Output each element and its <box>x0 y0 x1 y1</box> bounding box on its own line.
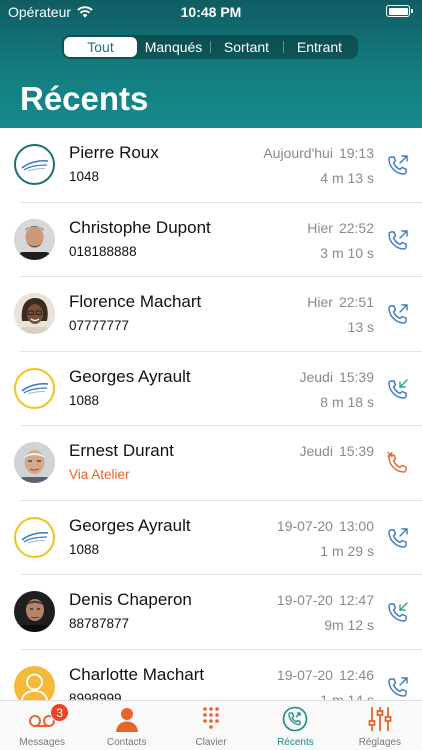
missed-call-icon[interactable] <box>386 451 410 475</box>
person-placeholder-icon <box>20 673 49 700</box>
contact-photo <box>14 591 55 632</box>
tab-label: Contacts <box>106 737 147 748</box>
company-logo-icon <box>20 531 48 544</box>
tab-label: Messages <box>19 737 65 748</box>
contact-name: Georges Ayrault <box>69 515 191 535</box>
tab-label: Clavier <box>195 737 227 748</box>
messages-badge: 3 <box>50 703 70 722</box>
contact-number: 018188888 <box>69 243 137 259</box>
call-duration: 3 m 10 s <box>320 244 374 261</box>
call-date: 19-07-20 12:46 <box>276 666 374 683</box>
recents-list: Pierre Roux 1048 Aujourd'hui 19:13 4 m 13… <box>0 128 422 700</box>
filter-sortant[interactable]: Sortant <box>210 37 283 57</box>
status-time: 10:48 PM <box>180 4 242 20</box>
keypad-icon <box>203 707 219 729</box>
filter-entrant[interactable]: Entrant <box>283 37 356 57</box>
recent-call-row[interactable]: Christophe Dupont 018188888 Hier 22:52 3 … <box>0 203 422 278</box>
tab-clavier[interactable]: Clavier <box>169 701 253 750</box>
call-date: Hier 22:52 <box>307 219 374 236</box>
avatar <box>14 218 55 260</box>
call-duration: 1 m 14 s <box>320 691 374 701</box>
recent-call-row[interactable]: Georges Ayrault 1088 19-07-20 13:00 1 m 2… <box>0 501 422 576</box>
battery-icon <box>386 5 413 17</box>
contact-number: 1088 <box>69 541 100 557</box>
call-date: Hier 22:51 <box>307 294 374 310</box>
contact-number: 88787877 <box>69 616 130 631</box>
recents-icon <box>283 706 308 732</box>
contact-name: Florence Machart <box>69 292 202 311</box>
avatar <box>14 293 55 334</box>
recent-call-row[interactable]: Charlotte Machart 8998999 19-07-20 12:46 … <box>0 650 422 701</box>
outgoing-call-icon[interactable] <box>386 526 410 550</box>
avatar <box>14 516 55 558</box>
filter-manques[interactable]: Manqués <box>137 37 210 57</box>
company-logo-icon <box>20 382 48 395</box>
person-icon <box>115 708 138 732</box>
call-duration: 9m 12 s <box>324 617 374 633</box>
tab-reglages[interactable]: Réglages <box>338 701 422 750</box>
incoming-call-icon[interactable] <box>386 377 410 401</box>
contact-name: Christophe Dupont <box>69 217 211 237</box>
tab-recents[interactable]: Récents <box>253 701 337 750</box>
call-date: Aujourd'hui 19:13 <box>263 145 374 161</box>
outgoing-call-icon[interactable] <box>386 675 410 699</box>
avatar <box>14 665 55 700</box>
call-date: Jeudi 15:39 <box>299 443 374 459</box>
recent-call-row[interactable]: Ernest Durant Via Atelier Jeudi 15:39 <box>0 426 422 501</box>
sliders-icon <box>368 707 392 731</box>
call-date: 19-07-20 12:47 <box>276 592 374 608</box>
recent-call-row[interactable]: Florence Machart 07777777 Hier 22:51 13 s <box>0 277 422 352</box>
status-bar: Opérateur 10:48 PM <box>0 0 422 24</box>
contact-name: Charlotte Machart <box>69 664 205 684</box>
tab-label: Réglages <box>358 737 401 748</box>
tab-messages[interactable]: 3 Messages <box>0 701 84 750</box>
call-date: Jeudi 15:39 <box>299 368 374 385</box>
tab-label: Récents <box>277 737 314 748</box>
page-title: Récents <box>20 80 149 117</box>
contact-photo <box>14 218 55 260</box>
avatar <box>14 591 55 632</box>
company-logo-icon <box>20 159 48 171</box>
recent-call-row[interactable]: Denis Chaperon 88787877 19-07-20 12:47 9m… <box>0 575 422 650</box>
call-duration: 8 m 18 s <box>320 393 374 410</box>
avatar <box>14 144 55 185</box>
contact-photo <box>14 293 55 334</box>
contact-name: Pierre Roux <box>69 143 159 162</box>
call-duration: 1 m 29 s <box>320 542 374 559</box>
recent-call-row[interactable]: Georges Ayrault 1088 Jeudi 15:39 8 m 18 s <box>0 352 422 427</box>
contact-number: 07777777 <box>69 318 130 333</box>
outgoing-call-icon[interactable] <box>386 302 410 326</box>
call-duration: 4 m 13 s <box>320 170 374 186</box>
call-via-label: Via Atelier <box>69 467 130 482</box>
filter-tout[interactable]: Tout <box>64 37 137 57</box>
outgoing-call-icon[interactable] <box>386 228 410 252</box>
call-date: 19-07-20 13:00 <box>276 517 374 534</box>
avatar <box>14 367 55 409</box>
contact-number: 1088 <box>69 392 100 408</box>
recent-call-row[interactable]: Pierre Roux 1048 Aujourd'hui 19:13 4 m 13… <box>0 128 422 203</box>
outgoing-call-icon[interactable] <box>386 153 410 177</box>
contact-number: 1048 <box>69 169 100 184</box>
call-filter[interactable]: Tout Manqués Sortant Entrant <box>62 35 358 59</box>
contact-name: Georges Ayrault <box>69 366 191 386</box>
header: Opérateur 10:48 PM Tout Manqués Sortant … <box>0 0 422 128</box>
contact-name: Ernest Durant <box>69 441 174 460</box>
contact-number: 8998999 <box>69 690 122 701</box>
tab-bar: 3 Messages Contacts Clavier Récents Régl… <box>0 700 422 750</box>
call-duration: 13 s <box>347 319 374 335</box>
contact-photo <box>14 442 55 483</box>
avatar <box>14 442 55 483</box>
contact-name: Denis Chaperon <box>69 590 192 609</box>
tab-contacts[interactable]: Contacts <box>84 701 168 750</box>
incoming-call-icon[interactable] <box>386 600 410 624</box>
